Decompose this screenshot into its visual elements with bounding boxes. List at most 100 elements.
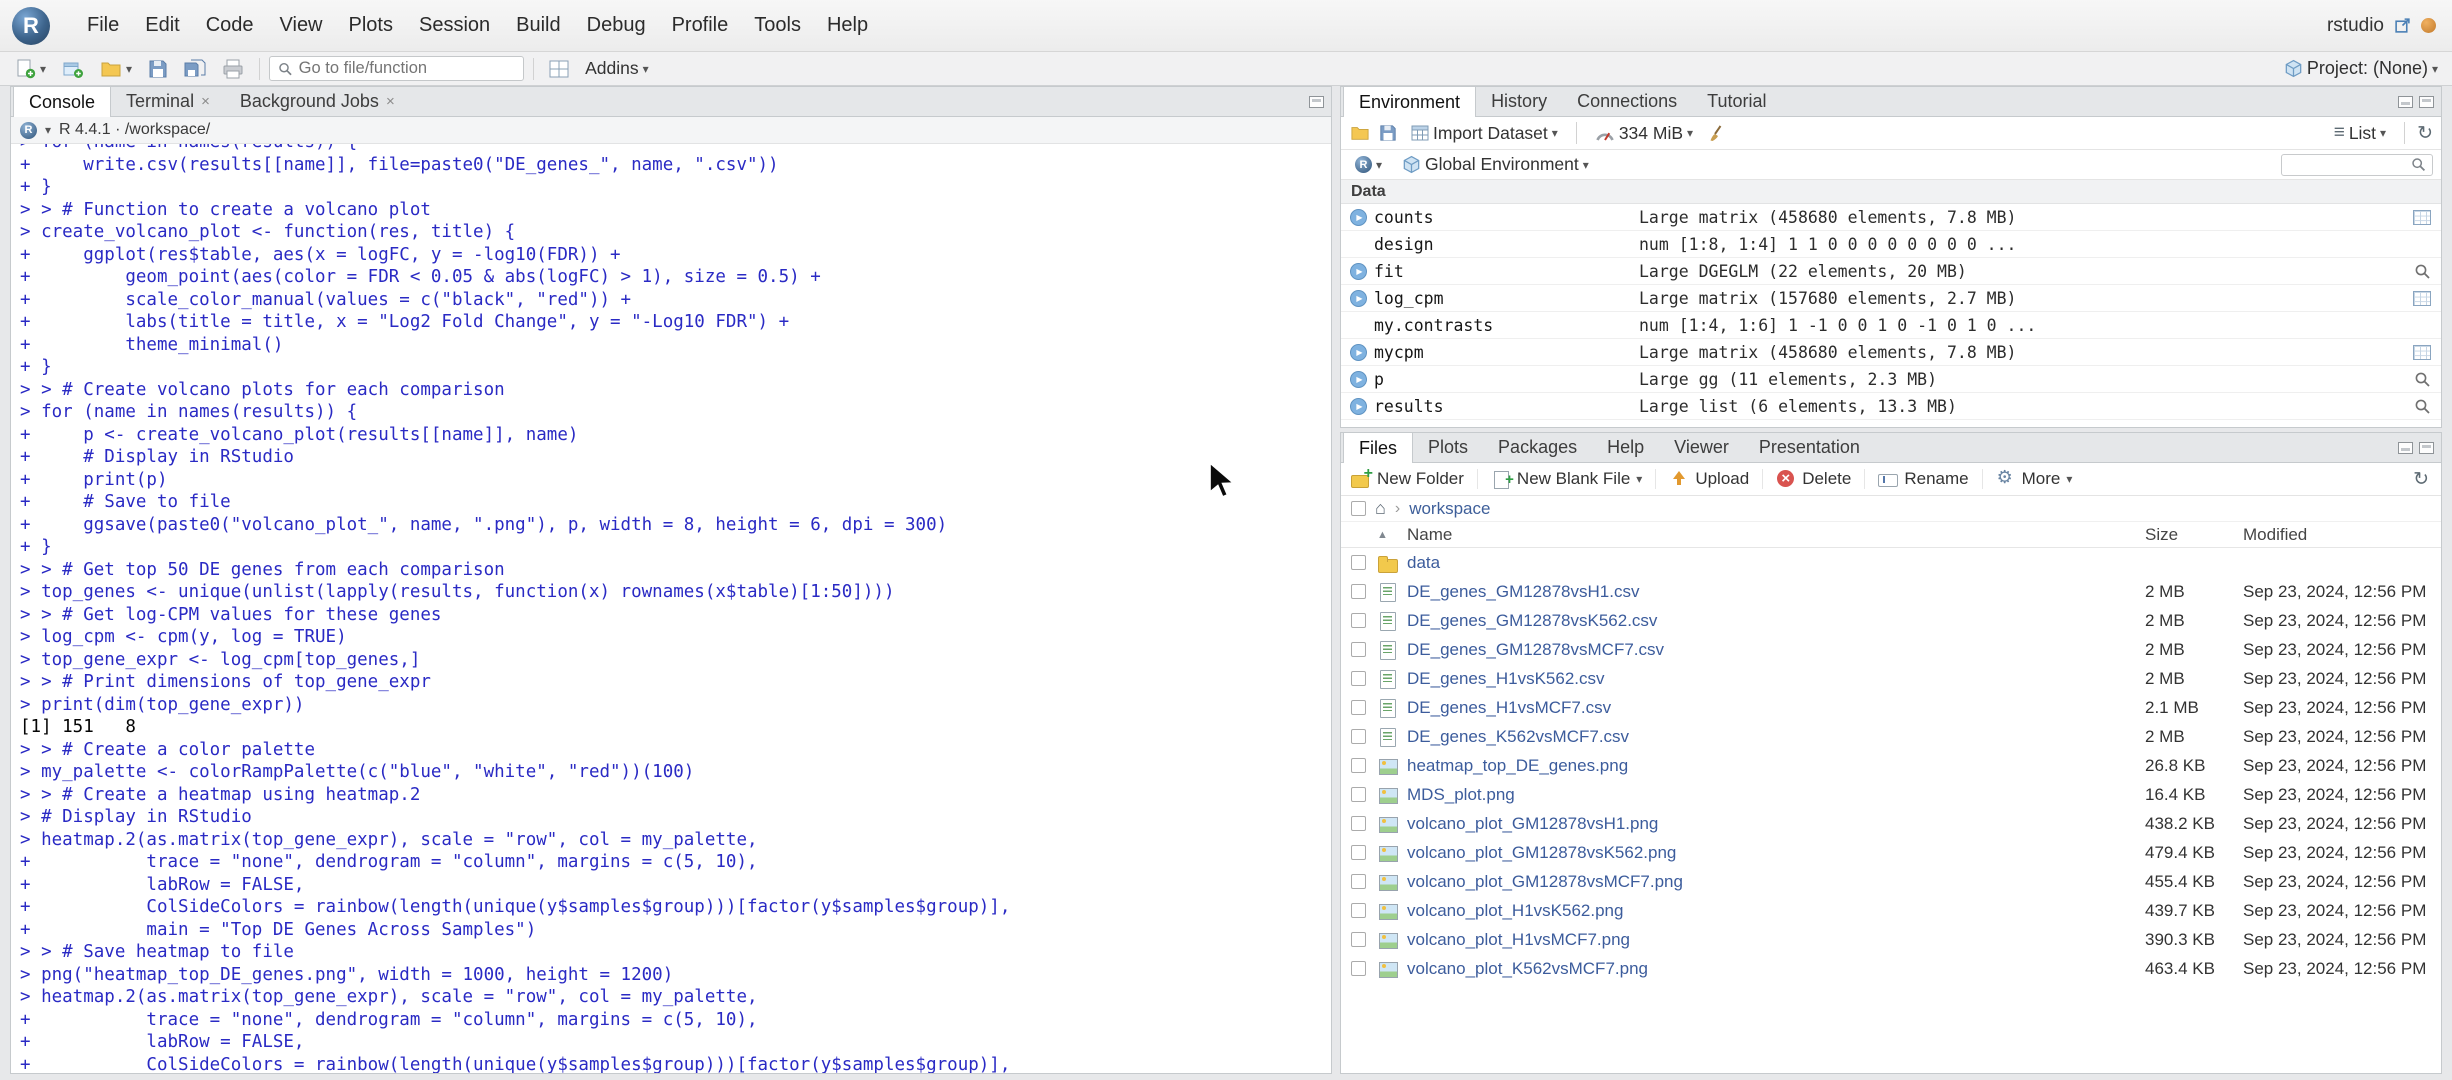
close-tab-icon[interactable]: ×	[201, 93, 210, 110]
menu-profile[interactable]: Profile	[659, 7, 742, 44]
print-button[interactable]	[216, 56, 250, 82]
file-checkbox[interactable]	[1351, 874, 1366, 889]
environment-object-row[interactable]: ▶ p Large gg (11 elements, 2.3 MB)	[1341, 366, 2441, 393]
view-data-icon[interactable]	[2413, 344, 2431, 360]
file-row[interactable]: DE_genes_GM12878vsH1.csv 2 MB Sep 23, 20…	[1341, 577, 2441, 606]
tab-viewer[interactable]: Viewer	[1659, 433, 1744, 462]
close-tab-icon[interactable]: ×	[386, 93, 395, 110]
file-name[interactable]: DE_genes_GM12878vsMCF7.csv	[1407, 640, 2145, 660]
console-output[interactable]: > for (name in names(results)) {+ write.…	[11, 144, 1331, 1073]
file-name[interactable]: MDS_plot.png	[1407, 785, 2145, 805]
file-name[interactable]: DE_genes_H1vsK562.csv	[1407, 669, 2145, 689]
clear-workspace-icon[interactable]	[1706, 123, 1727, 144]
refresh-files-icon[interactable]: ↻	[2413, 468, 2429, 491]
files-upload-button[interactable]: Upload	[1655, 469, 1762, 489]
file-row[interactable]: volcano_plot_H1vsMCF7.png 390.3 KB Sep 2…	[1341, 925, 2441, 954]
new-project-button[interactable]	[56, 55, 90, 83]
file-row[interactable]: DE_genes_GM12878vsMCF7.csv 2 MB Sep 23, …	[1341, 635, 2441, 664]
file-checkbox[interactable]	[1351, 845, 1366, 860]
menu-view[interactable]: View	[267, 7, 336, 44]
environment-selector[interactable]: Global Environment ▾	[1396, 151, 1595, 178]
file-checkbox[interactable]	[1351, 816, 1366, 831]
goto-file-input[interactable]	[298, 59, 516, 78]
minimize-pane-icon[interactable]	[2398, 96, 2413, 108]
tab-plots[interactable]: Plots	[1413, 433, 1483, 462]
file-checkbox[interactable]	[1351, 555, 1366, 570]
expand-object-icon[interactable]: ▶	[1350, 208, 1367, 226]
tab-files[interactable]: Files	[1343, 433, 1414, 463]
file-name[interactable]: volcano_plot_H1vsK562.png	[1407, 901, 2145, 921]
environment-object-row[interactable]: ▶ fit Large DGEGLM (22 elements, 20 MB)	[1341, 258, 2441, 285]
view-data-icon[interactable]	[2413, 209, 2431, 225]
file-row[interactable]: volcano_plot_H1vsK562.png 439.7 KB Sep 2…	[1341, 896, 2441, 925]
open-in-browser-icon[interactable]	[2394, 17, 2411, 34]
tab-presentation[interactable]: Presentation	[1744, 433, 1875, 462]
sort-ascending-icon[interactable]: ▲	[1377, 529, 1407, 541]
file-row[interactable]: MDS_plot.png 16.4 KB Sep 23, 2024, 12:56…	[1341, 780, 2441, 809]
file-checkbox[interactable]	[1351, 700, 1366, 715]
environment-object-row[interactable]: ▶ counts Large matrix (458680 elements, …	[1341, 204, 2441, 231]
tab-connections[interactable]: Connections	[1562, 87, 1692, 116]
column-header-name[interactable]: Name	[1407, 525, 2145, 545]
file-name[interactable]: volcano_plot_K562vsMCF7.png	[1407, 959, 2145, 979]
menu-edit[interactable]: Edit	[132, 7, 192, 44]
file-checkbox[interactable]	[1351, 584, 1366, 599]
tab-terminal[interactable]: Terminal ×	[111, 87, 225, 116]
breadcrumb-folder[interactable]: workspace	[1409, 499, 1490, 519]
file-name[interactable]: volcano_plot_H1vsMCF7.png	[1407, 930, 2145, 950]
tab-environment[interactable]: Environment	[1343, 87, 1477, 117]
inspect-object-icon[interactable]	[2414, 398, 2431, 415]
menu-debug[interactable]: Debug	[574, 7, 659, 44]
addins-button[interactable]: Addins ▾	[579, 55, 655, 82]
tab-tutorial[interactable]: Tutorial	[1692, 87, 1781, 116]
file-name[interactable]: data	[1407, 553, 2145, 573]
files-more-button[interactable]: More ▾	[1981, 467, 2086, 489]
view-data-icon[interactable]	[2413, 290, 2431, 306]
file-name[interactable]: volcano_plot_GM12878vsK562.png	[1407, 843, 2145, 863]
menu-build[interactable]: Build	[503, 7, 573, 44]
environment-object-row[interactable]: ▶ design num [1:8, 1:4] 1 1 0 0 0 0 0 0 …	[1341, 231, 2441, 258]
menu-tools[interactable]: Tools	[741, 7, 814, 44]
file-checkbox[interactable]	[1351, 613, 1366, 628]
tab-background-jobs[interactable]: Background Jobs ×	[225, 87, 410, 116]
file-row[interactable]: heatmap_top_DE_genes.png 26.8 KB Sep 23,…	[1341, 751, 2441, 780]
save-button[interactable]	[142, 56, 174, 82]
list-view-button[interactable]: ≡ List ▾	[2328, 119, 2392, 147]
maximize-pane-icon[interactable]	[2419, 442, 2434, 454]
file-checkbox[interactable]	[1351, 932, 1366, 947]
pane-layout-button[interactable]	[543, 57, 575, 81]
project-menu[interactable]: Project: (None) ▾	[2278, 55, 2444, 82]
account-label[interactable]: rstudio	[2327, 15, 2384, 37]
file-name[interactable]: DE_genes_GM12878vsK562.csv	[1407, 611, 2145, 631]
file-row[interactable]: DE_genes_H1vsK562.csv 2 MB Sep 23, 2024,…	[1341, 664, 2441, 693]
file-row[interactable]: volcano_plot_GM12878vsH1.png 438.2 KB Se…	[1341, 809, 2441, 838]
expand-object-icon[interactable]: ▶	[1350, 262, 1367, 280]
import-dataset-button[interactable]: Import Dataset ▾	[1405, 120, 1564, 147]
column-header-size[interactable]: Size	[2145, 525, 2243, 545]
chevron-down-icon[interactable]: ▾	[45, 124, 51, 136]
menu-session[interactable]: Session	[406, 7, 503, 44]
file-checkbox[interactable]	[1351, 787, 1366, 802]
load-workspace-icon[interactable]	[1349, 123, 1371, 143]
inspect-object-icon[interactable]	[2414, 263, 2431, 280]
file-name[interactable]: DE_genes_H1vsMCF7.csv	[1407, 698, 2145, 718]
tab-console[interactable]: Console	[13, 87, 112, 117]
files-rename-button[interactable]: Rename	[1864, 469, 1981, 489]
language-selector[interactable]: R ▾	[1349, 153, 1388, 176]
minimize-pane-icon[interactable]	[2398, 442, 2413, 454]
files-new-blank-file-button[interactable]: New Blank File ▾	[1476, 469, 1655, 489]
file-row[interactable]: volcano_plot_K562vsMCF7.png 463.4 KB Sep…	[1341, 954, 2441, 983]
memory-usage-button[interactable]: 334 MiB ▾	[1589, 120, 1699, 147]
menu-help[interactable]: Help	[814, 7, 881, 44]
menu-plots[interactable]: Plots	[336, 7, 406, 44]
expand-object-icon[interactable]: ▶	[1350, 397, 1367, 415]
maximize-pane-icon[interactable]	[2419, 96, 2434, 108]
file-checkbox[interactable]	[1351, 903, 1366, 918]
environment-object-row[interactable]: ▶ mycpm Large matrix (458680 elements, 7…	[1341, 339, 2441, 366]
column-header-modified[interactable]: Modified	[2243, 525, 2441, 545]
files-delete-button[interactable]: Delete	[1762, 469, 1864, 489]
select-all-checkbox[interactable]	[1351, 501, 1366, 516]
tab-help[interactable]: Help	[1592, 433, 1659, 462]
environment-search-input[interactable]	[2288, 156, 2407, 173]
file-row[interactable]: DE_genes_H1vsMCF7.csv 2.1 MB Sep 23, 202…	[1341, 693, 2441, 722]
